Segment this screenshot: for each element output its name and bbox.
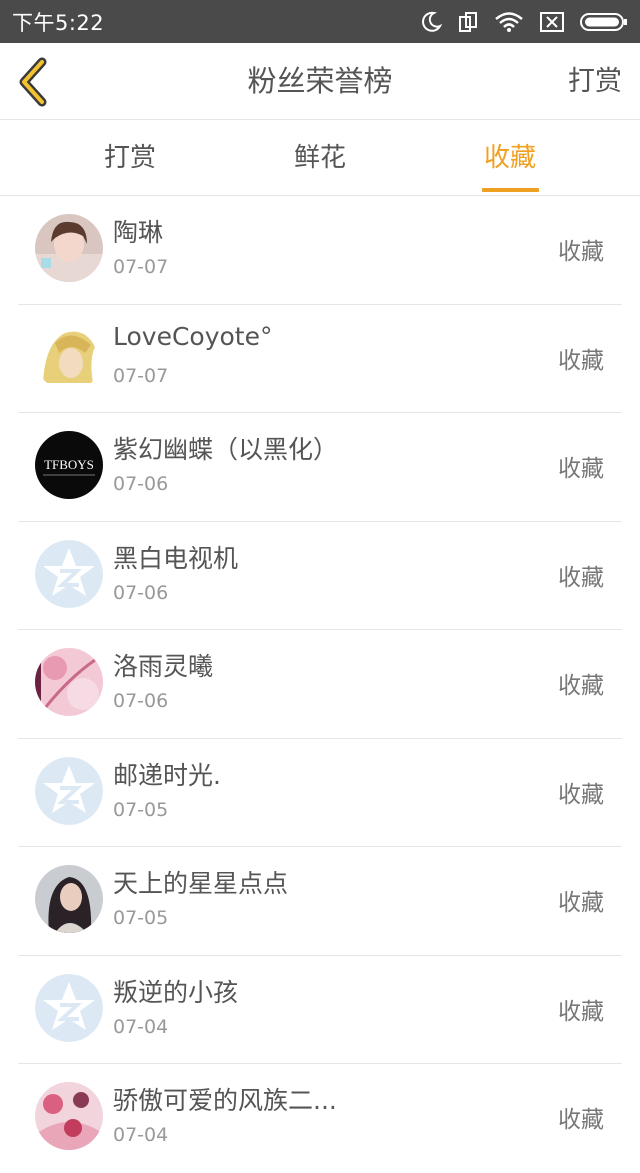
tab-reward[interactable]: 打赏: [70, 121, 190, 196]
user-name: 骄傲可爱的风族二...: [113, 1086, 337, 1115]
wifi-icon: [494, 11, 524, 33]
rotate-icon: [458, 11, 478, 33]
action-label: 收藏: [558, 347, 604, 374]
default-avatar-icon: [35, 756, 103, 825]
status-icons: [420, 11, 628, 33]
action-label: 收藏: [558, 890, 604, 916]
action-label: 收藏: [558, 239, 604, 265]
action-label: 收藏: [558, 456, 604, 482]
list-item[interactable]: LoveCoyote° 07-07 收藏: [18, 305, 622, 413]
date: 07-07: [113, 364, 169, 387]
date: 07-04: [113, 1015, 169, 1038]
user-name: 洛雨灵曦: [113, 652, 214, 681]
default-avatar-icon: [35, 539, 103, 608]
avatar: [35, 214, 103, 282]
list-item[interactable]: 骄傲可爱的风族二... 07-04 收藏: [18, 1064, 622, 1173]
tab-bar: 打赏 鲜花 收藏: [0, 121, 640, 196]
avatar-text: TFBOYS: [44, 457, 94, 472]
list-item[interactable]: 邮递时光. 07-05 收藏: [18, 739, 622, 847]
action-label: 收藏: [558, 781, 604, 808]
chevron-left-icon: [14, 57, 54, 111]
list-item[interactable]: 叛逆的小孩 07-04 收藏: [18, 956, 622, 1064]
user-name: 叛逆的小孩: [113, 977, 239, 1007]
action-label: 收藏: [558, 564, 604, 591]
date: 07-04: [113, 1124, 169, 1146]
avatar: [35, 322, 103, 391]
action-label: 收藏: [558, 1107, 604, 1133]
list-item[interactable]: 洛雨灵曦 07-06 收藏: [18, 630, 622, 739]
user-name: LoveCoyote°: [113, 321, 273, 351]
action-label: 收藏: [558, 998, 604, 1025]
header-bar: 粉丝荣誉榜 打赏: [0, 43, 640, 120]
date: 07-05: [113, 798, 169, 821]
battery-icon: [580, 12, 628, 32]
tab-flowers[interactable]: 鲜花: [260, 121, 380, 196]
date: 07-05: [113, 907, 169, 929]
active-tab-indicator: [482, 188, 539, 192]
sim-icon: [540, 11, 564, 32]
avatar: TFBOYS: [35, 431, 103, 499]
user-name: 紫幻幽蝶（以黑化）: [113, 435, 339, 464]
user-name: 黑白电视机: [113, 543, 239, 573]
list-item[interactable]: TFBOYS 紫幻幽蝶（以黑化） 07-06 收藏: [18, 413, 622, 522]
status-time: 下午5:22: [12, 10, 105, 35]
list-item[interactable]: 陶琳 07-07 收藏: [18, 196, 622, 305]
action-label: 收藏: [558, 673, 604, 699]
user-name: 天上的星星点点: [113, 869, 289, 898]
date: 07-06: [113, 473, 169, 495]
avatar: [35, 1082, 103, 1150]
avatar: [35, 865, 103, 933]
tab-favorites[interactable]: 收藏: [450, 121, 570, 196]
list-item[interactable]: 黑白电视机 07-06 收藏: [18, 522, 622, 630]
back-button[interactable]: [14, 57, 54, 107]
moon-icon: [420, 11, 442, 33]
reward-button[interactable]: 打赏: [568, 43, 622, 120]
user-name: 邮递时光.: [113, 760, 221, 790]
list-item[interactable]: 天上的星星点点 07-05 收藏: [18, 847, 622, 956]
status-bar: 下午5:22: [0, 0, 640, 43]
date: 07-06: [113, 690, 169, 712]
user-name: 陶琳: [113, 218, 164, 247]
date: 07-06: [113, 581, 169, 604]
date: 07-07: [113, 256, 169, 278]
page-title: 粉丝荣誉榜: [247, 64, 393, 98]
default-avatar-icon: [35, 973, 103, 1042]
avatar: [35, 648, 103, 716]
fan-list: 陶琳 07-07 收藏 LoveCoyote° 07-07 收藏 TFBOYS …: [0, 196, 640, 1173]
